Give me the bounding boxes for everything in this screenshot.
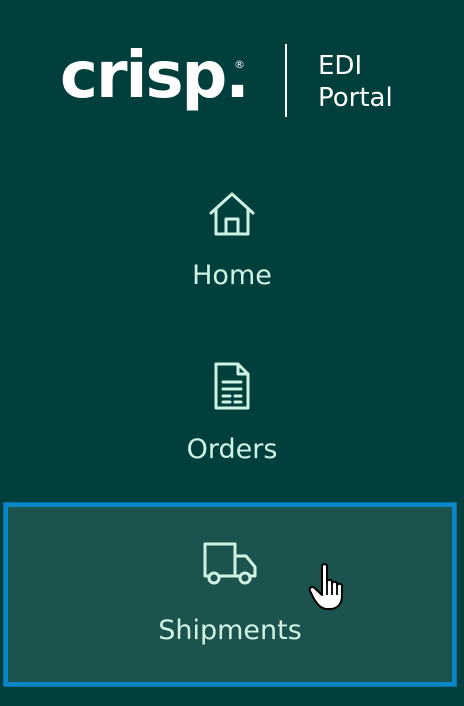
- truck-icon: [203, 542, 257, 585]
- document-icon: [214, 362, 250, 410]
- portal-name-line2: Portal: [318, 83, 393, 113]
- nav-item-home[interactable]: Home: [0, 180, 464, 330]
- home-icon: [209, 192, 255, 236]
- nav-item-shipments[interactable]: Shipments: [4, 503, 456, 686]
- crisp-logo[interactable]: crisp.: [60, 36, 250, 116]
- nav-item-label: Shipments: [158, 615, 302, 646]
- portal-name-line1: EDI: [318, 51, 363, 81]
- nav-item-label: Home: [192, 260, 272, 291]
- nav-item-label: Orders: [186, 434, 278, 465]
- brand-divider: [285, 44, 287, 117]
- pointer-hand-icon: [308, 563, 343, 610]
- nav-item-orders[interactable]: Orders: [0, 355, 464, 505]
- portal-name: EDI Portal: [318, 50, 393, 114]
- sidebar: crisp. ® EDI Portal Home Orders Shipment…: [0, 0, 464, 706]
- brand-header: crisp. ® EDI Portal: [0, 0, 464, 150]
- registered-mark: ®: [234, 58, 245, 71]
